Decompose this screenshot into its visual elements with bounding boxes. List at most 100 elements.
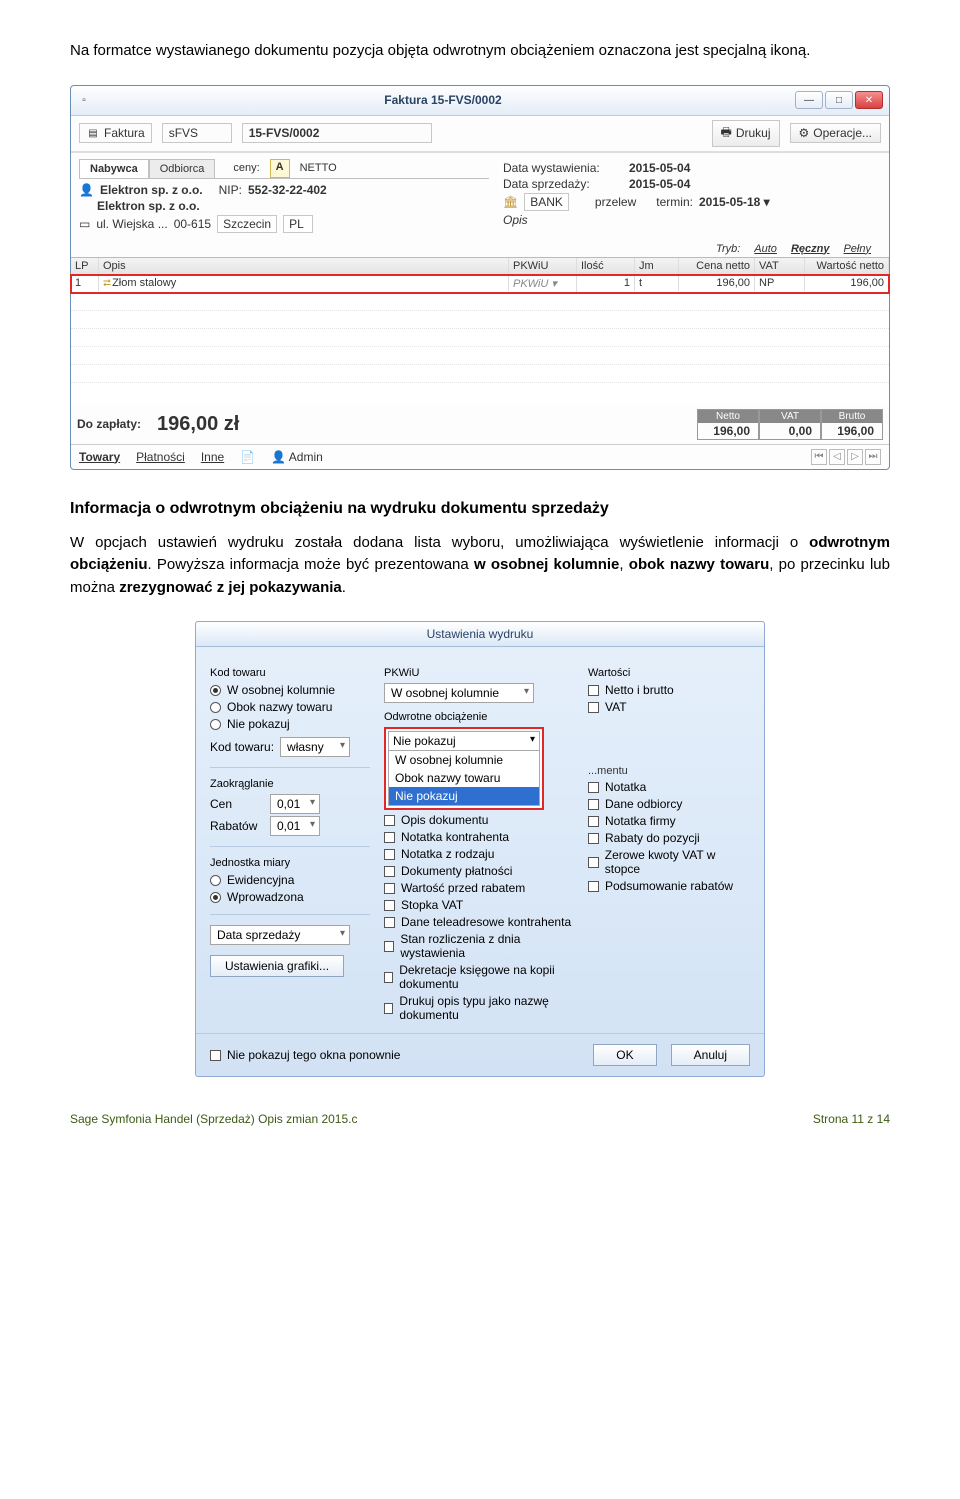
person-icon: 👤 bbox=[79, 183, 94, 197]
admin-user[interactable]: 👤 Admin bbox=[271, 450, 323, 464]
nav-last[interactable]: ⏭ bbox=[865, 449, 881, 465]
city-input[interactable]: Szczecin bbox=[217, 215, 277, 233]
radio-ewid[interactable]: Ewidencyjna bbox=[210, 873, 370, 887]
checkbox-icon bbox=[588, 857, 599, 868]
admin-label: Admin bbox=[289, 450, 323, 464]
radio-obok[interactable]: Obok nazwy towaru bbox=[210, 700, 370, 714]
chk-netto-brutto[interactable]: Netto i brutto bbox=[588, 683, 750, 697]
cell-pkwiu[interactable]: PKWiU ▾ bbox=[509, 275, 577, 292]
rabatow-select[interactable]: 0,01 bbox=[270, 816, 320, 836]
mode-bar: Tryb: Auto Ręczny Pełny bbox=[71, 241, 889, 257]
checkbox-icon bbox=[588, 782, 599, 793]
checkbox-icon bbox=[384, 1003, 393, 1014]
print-label: Drukuj bbox=[736, 126, 771, 140]
chk-rabaty-poz[interactable]: Rabaty do pozycji bbox=[588, 831, 750, 845]
nav-prev[interactable]: ◁ bbox=[829, 449, 845, 465]
dd-item-nie[interactable]: Nie pokazuj bbox=[389, 787, 539, 805]
chk-zerowe-vat[interactable]: Zerowe kwoty VAT w stopce bbox=[588, 848, 750, 876]
tab-inne[interactable]: Inne bbox=[201, 450, 224, 464]
cen-select[interactable]: 0,01 bbox=[270, 794, 320, 814]
sp5: . bbox=[342, 579, 346, 596]
pkwiu-select[interactable]: W osobnej kolumnie bbox=[384, 683, 534, 703]
chk-wart-rab[interactable]: Wartość przed rabatem bbox=[384, 881, 574, 895]
sale-date: 2015-05-04 bbox=[629, 177, 690, 191]
doc-number-field[interactable]: 15-FVS/0002 bbox=[242, 123, 432, 143]
radio-icon bbox=[210, 719, 221, 730]
settings-col-left: Kod towaru W osobnej kolumnie Obok nazwy… bbox=[210, 661, 370, 1025]
checkbox-icon bbox=[384, 866, 395, 877]
radio-nie[interactable]: Nie pokazuj bbox=[210, 717, 370, 731]
term-value[interactable]: 2015-05-18 ▾ bbox=[699, 195, 770, 209]
page-footer: Sage Symfonia Handel (Sprzedaż) Opis zmi… bbox=[70, 1112, 890, 1126]
nav-next[interactable]: ▷ bbox=[847, 449, 863, 465]
chk-dane-odb[interactable]: Dane odbiorcy bbox=[588, 797, 750, 811]
chk-notatka[interactable]: Notatka bbox=[588, 780, 750, 794]
chk-drukuj-opis[interactable]: Drukuj opis typu jako nazwę dokumentu bbox=[384, 994, 574, 1022]
tab-buyer[interactable]: Nabywca bbox=[79, 159, 149, 178]
mode-full[interactable]: Pełny bbox=[843, 243, 871, 255]
sp3: , bbox=[619, 556, 628, 573]
tab-recipient[interactable]: Odbiorca bbox=[149, 159, 216, 178]
prices-indicator: A bbox=[270, 159, 290, 178]
partial-label-mentu: ...mentu bbox=[588, 765, 750, 777]
chk-stopka-vat[interactable]: Stopka VAT bbox=[384, 898, 574, 912]
cell-opis-text: Złom stalowy bbox=[112, 277, 176, 289]
table-row[interactable]: 1 ⮂ Złom stalowy PKWiU ▾ 1 t 196,00 NP 1… bbox=[71, 275, 889, 293]
doc-type-field[interactable]: ▤Faktura bbox=[79, 123, 152, 143]
close-button[interactable]: ✕ bbox=[855, 91, 883, 109]
data-sprzedazy-select[interactable]: Data sprzedaży bbox=[210, 925, 350, 945]
chk-tele[interactable]: Dane teleadresowe kontrahenta bbox=[384, 915, 574, 929]
dd-item-osobna[interactable]: W osobnej kolumnie bbox=[389, 751, 539, 769]
no-show-label: Nie pokazuj tego okna ponownie bbox=[227, 1048, 400, 1062]
chk-no-show-again[interactable]: Nie pokazuj tego okna ponownie bbox=[210, 1048, 400, 1062]
w1: Netto i brutto bbox=[605, 683, 674, 697]
reverse-charge-icon: ⮂ bbox=[103, 278, 109, 289]
nav-first[interactable]: ⏮ bbox=[811, 449, 827, 465]
jm2: Wprowadzona bbox=[227, 890, 304, 904]
pkwiu-label: PKWiU bbox=[384, 667, 574, 679]
zip: 00-615 bbox=[174, 217, 211, 231]
note-icon[interactable]: 📄 bbox=[240, 450, 255, 464]
tab-platnosci[interactable]: Płatności bbox=[136, 450, 185, 464]
cancel-button[interactable]: Anuluj bbox=[671, 1044, 750, 1066]
chk-dekret[interactable]: Dekretacje księgowe na kopii dokumentu bbox=[384, 963, 574, 991]
cell-vat: NP bbox=[755, 275, 805, 291]
chk-vat[interactable]: VAT bbox=[588, 700, 750, 714]
chk-opis-dok[interactable]: Opis dokumentu bbox=[384, 813, 574, 827]
ops-label: Operacje... bbox=[813, 126, 872, 140]
cc2: Notatka firmy bbox=[605, 814, 676, 828]
country-input[interactable]: PL bbox=[283, 215, 313, 233]
dropdown-selected[interactable]: Nie pokazuj▾ bbox=[388, 731, 540, 751]
print-button[interactable]: 🖶Drukuj bbox=[712, 120, 780, 147]
ok-button[interactable]: OK bbox=[593, 1044, 656, 1066]
mode-auto[interactable]: Auto bbox=[754, 243, 777, 255]
operations-button[interactable]: ⚙Operacje... bbox=[790, 123, 881, 143]
minimize-button[interactable]: — bbox=[795, 91, 823, 109]
chk-not-kontr[interactable]: Notatka kontrahenta bbox=[384, 830, 574, 844]
c9: Drukuj opis typu jako nazwę dokumentu bbox=[399, 994, 574, 1022]
reverse-charge-dropdown[interactable]: Nie pokazuj▾ W osobnej kolumnie Obok naz… bbox=[384, 727, 544, 810]
chk-not-rodz[interactable]: Notatka z rodzaju bbox=[384, 847, 574, 861]
cc0: Notatka bbox=[605, 780, 646, 794]
bank-input[interactable]: BANK bbox=[524, 193, 569, 211]
intro-paragraph: Na formatce wystawianego dokumentu pozyc… bbox=[70, 40, 890, 63]
dd-item-obok[interactable]: Obok nazwy towaru bbox=[389, 769, 539, 787]
street: ul. Wiejska ... bbox=[96, 217, 167, 231]
radio-osobna[interactable]: W osobnej kolumnie bbox=[210, 683, 370, 697]
graphics-settings-button[interactable]: Ustawienia grafiki... bbox=[210, 955, 344, 977]
chk-stan-rozl[interactable]: Stan rozliczenia z dnia wystawienia bbox=[384, 932, 574, 960]
chk-dok-plat[interactable]: Dokumenty płatności bbox=[384, 864, 574, 878]
checkbox-icon bbox=[588, 799, 599, 810]
radio-wprow[interactable]: Wprowadzona bbox=[210, 890, 370, 904]
checkbox-icon bbox=[588, 833, 599, 844]
tab-towary[interactable]: Towary bbox=[79, 450, 120, 464]
chk-pods-rab[interactable]: Podsumowanie rabatów bbox=[588, 879, 750, 893]
checkbox-icon bbox=[588, 702, 599, 713]
c3: Dokumenty płatności bbox=[401, 864, 512, 878]
mode-manual[interactable]: Ręczny bbox=[791, 243, 830, 255]
kod-towaru-select[interactable]: własny bbox=[280, 737, 350, 757]
chk-not-firmy[interactable]: Notatka firmy bbox=[588, 814, 750, 828]
user-icon: 👤 bbox=[271, 450, 286, 464]
doc-code-field[interactable]: sFVS bbox=[162, 123, 232, 143]
maximize-button[interactable]: □ bbox=[825, 91, 853, 109]
